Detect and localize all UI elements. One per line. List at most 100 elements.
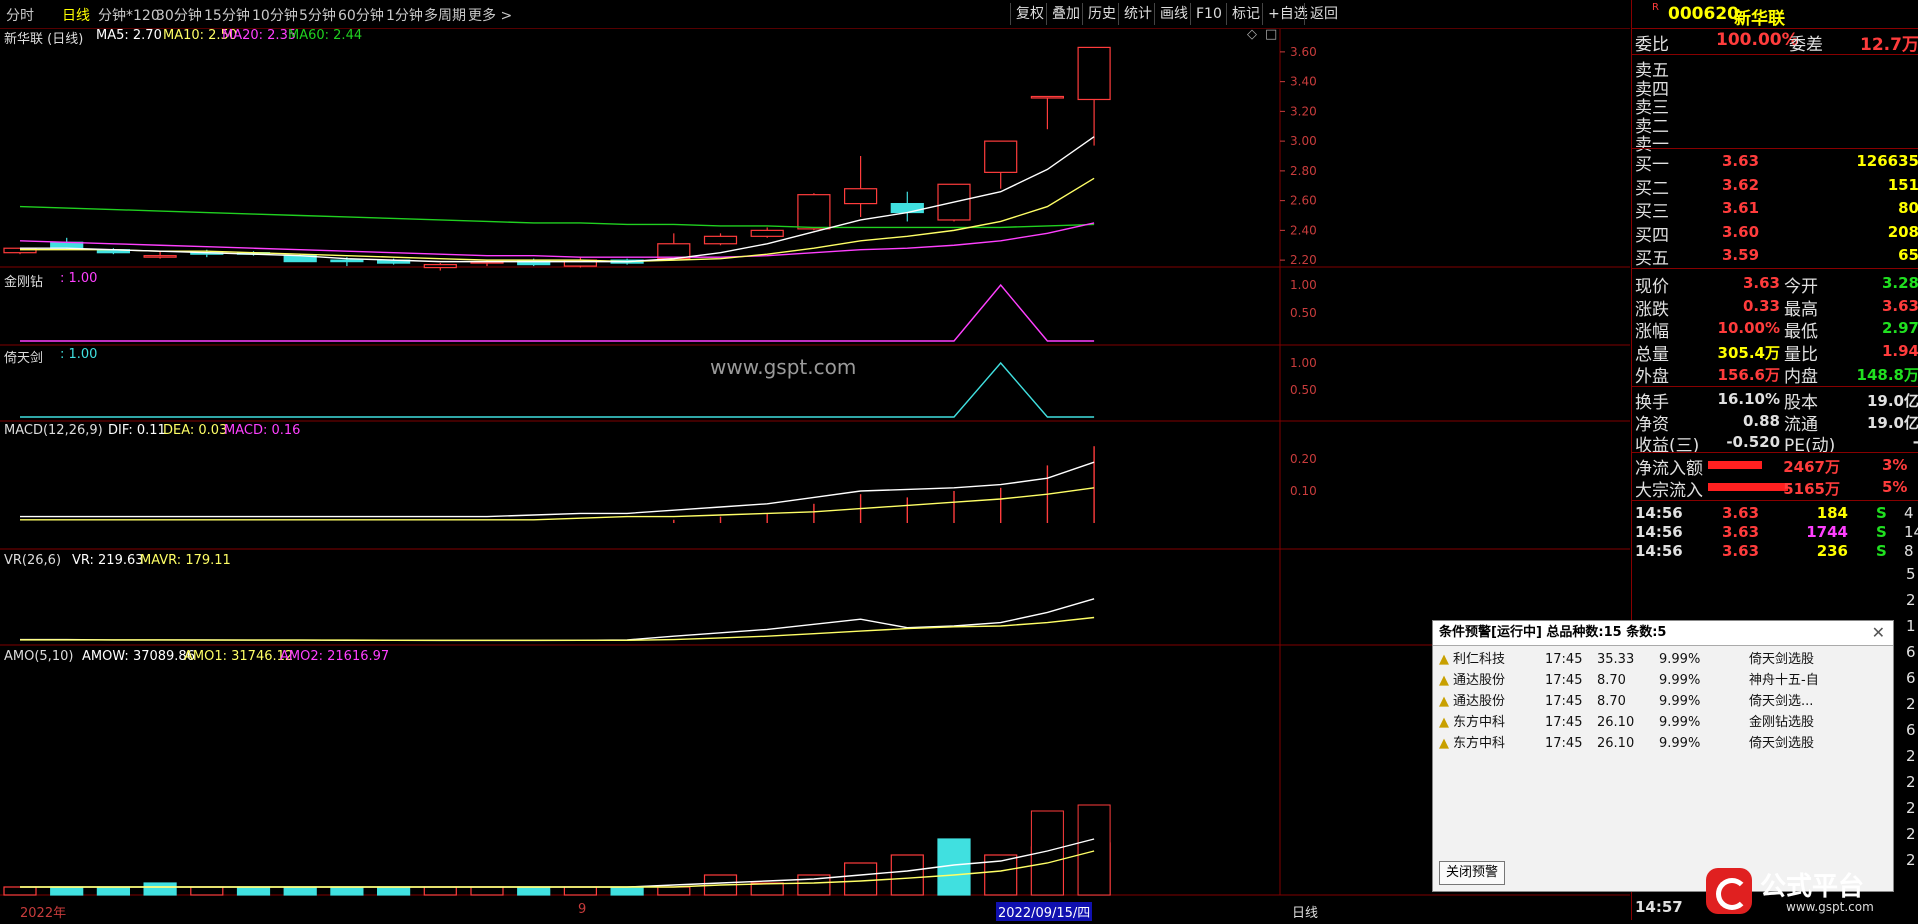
tab-fenshi[interactable]: 分时 <box>6 5 34 25</box>
stat-label: 最高 <box>1784 299 1818 320</box>
vr-panel-name: VR(26,6) <box>4 553 62 568</box>
amo-bar <box>517 886 551 896</box>
f10-button[interactable]: F10 <box>1190 3 1227 25</box>
arrow-up-icon: ▲ <box>1439 736 1449 751</box>
y-tick-label: 0.50 <box>1290 383 1317 397</box>
window-icon[interactable]: □ <box>1265 27 1277 42</box>
tab-min10[interactable]: 10分钟 <box>252 5 298 25</box>
amo-bar <box>423 886 457 896</box>
diamond-icon[interactable]: ◇ <box>1247 27 1257 42</box>
stat-value: 19.0亿 <box>1866 392 1918 410</box>
jgz-signal-line <box>20 283 1095 342</box>
tick-row: 14:56 3.63 236 S 8 <box>1632 542 1918 562</box>
tab-min5[interactable]: 5分钟 <box>299 5 336 25</box>
amo-bar <box>330 886 364 896</box>
close-alert-button[interactable]: 关闭预警 <box>1439 861 1506 885</box>
stat-value: 19.0亿 <box>1866 413 1918 432</box>
tab-min120[interactable]: 分钟*120 <box>98 5 160 25</box>
tick-count: 8 <box>1904 542 1914 560</box>
alert-row[interactable]: ▲ 通达股份 17:45 8.70 9.99% 倚天剑选... <box>1433 691 1873 713</box>
candle-body <box>703 235 738 245</box>
jgz-panel-value: : 1.00 <box>60 271 98 286</box>
buy-volume: 65 <box>1898 246 1918 264</box>
overlay-button[interactable]: 叠加 <box>1046 3 1085 25</box>
tick-count: 14 <box>1904 523 1918 541</box>
mavr-line <box>20 616 1095 641</box>
buy-row[interactable]: 买三 3.61 80 <box>1632 197 1918 222</box>
stat-label: 现价 <box>1635 277 1669 297</box>
alert-time: 17:45 <box>1545 694 1583 709</box>
amo-bar <box>1077 804 1111 896</box>
stat-value: 148.8万 <box>1856 366 1918 384</box>
stat-label: 量比 <box>1784 344 1818 365</box>
stat-value: 3.63 <box>1742 274 1780 292</box>
candle-body <box>143 255 177 258</box>
alert-strategy: 金刚钻选股 <box>1749 715 1815 730</box>
buy-row[interactable]: 买四 3.60 208 <box>1632 221 1918 246</box>
alert-row[interactable]: ▲ 利仁科技 17:45 35.33 9.99% 倚天剑选股 <box>1433 649 1873 671</box>
tick-count: 1 <box>1906 617 1916 635</box>
tick-price: 3.63 <box>1722 542 1760 560</box>
amo-bar <box>143 882 177 896</box>
stat-value: 305.4万 <box>1717 343 1780 362</box>
close-icon[interactable]: ✕ <box>1872 621 1885 645</box>
alert-strategy: 倚天剑选... <box>1749 694 1814 709</box>
jgz-panel-name: 金刚钻 <box>4 275 44 290</box>
buy-price: 3.63 <box>1722 152 1760 170</box>
tab-more[interactable]: 更多 > <box>468 5 512 25</box>
logo-text: 公式平台 <box>1760 872 1865 902</box>
y-tick-label: 1.00 <box>1290 278 1317 292</box>
logo-url: www.gspt.com <box>1786 900 1874 914</box>
amo-bar <box>843 862 878 896</box>
alert-price: 35.33 <box>1597 652 1635 667</box>
tick-count: 2 <box>1906 591 1916 609</box>
arrow-up-icon: ▲ <box>1439 652 1449 667</box>
fuquan-button[interactable]: 复权 <box>1010 3 1049 25</box>
back-button[interactable]: 返回 <box>1304 3 1343 25</box>
kline-chart-svg: 3.60 3.40 3.20 3.00 2.80 2.60 2.40 2.20 1.00 0.50… <box>0 29 1630 896</box>
tab-min30[interactable]: 30分钟 <box>156 5 202 25</box>
y-tick-label: 3.40 <box>1290 75 1317 89</box>
alert-time: 17:45 <box>1545 673 1583 688</box>
tick-count: 2 <box>1906 747 1916 765</box>
stat-label: 内盘 <box>1784 367 1818 387</box>
candle-body <box>797 194 831 230</box>
sell-row: 卖四 <box>1632 75 1918 100</box>
x-axis-start: 2022年 <box>20 906 67 921</box>
buy-level-label: 买四 <box>1635 225 1669 246</box>
y-tick-label: 0.20 <box>1290 452 1317 466</box>
alert-row[interactable]: ▲ 东方中科 17:45 26.10 9.99% 倚天剑选股 <box>1433 733 1873 755</box>
alert-time: 17:45 <box>1545 715 1583 730</box>
buy-row[interactable]: 买一 3.63 126635 <box>1632 150 1918 175</box>
buy-price: 3.60 <box>1722 222 1760 241</box>
history-button[interactable]: 历史 <box>1082 3 1121 25</box>
draw-line-button[interactable]: 画线 <box>1154 3 1193 25</box>
tab-min15[interactable]: 15分钟 <box>204 5 250 25</box>
dea-line <box>20 487 1095 521</box>
tick-time: 14:56 <box>1635 504 1683 522</box>
buy-level-label: 买三 <box>1635 202 1669 222</box>
tick-volume: 1744 <box>1806 523 1848 541</box>
vr-line <box>20 598 1095 642</box>
alert-time: 17:45 <box>1545 736 1583 751</box>
tab-daily[interactable]: 日线 <box>62 5 90 25</box>
buy-row[interactable]: 买二 3.62 151 <box>1632 174 1918 199</box>
alert-row[interactable]: ▲ 东方中科 17:45 26.10 9.99% 金刚钻选股 <box>1433 712 1873 734</box>
tick-count: 4 <box>1904 504 1914 522</box>
chart-area[interactable]: 3.60 3.40 3.20 3.00 2.80 2.60 2.40 2.20 1.00 0.50… <box>0 27 1630 921</box>
buy-price: 3.62 <box>1722 175 1760 194</box>
stat-value: 2.97 <box>1881 319 1918 337</box>
mark-button[interactable]: 标记 <box>1226 3 1265 25</box>
tab-min60[interactable]: 60分钟 <box>338 5 384 25</box>
tab-multi-period[interactable]: 多周期 <box>424 5 466 25</box>
stats-button[interactable]: 统计 <box>1118 3 1157 25</box>
tick-side: S <box>1876 523 1887 541</box>
dif-line <box>20 461 1095 518</box>
tab-min1[interactable]: 1分钟 <box>386 5 423 25</box>
buy-row[interactable]: 买五 3.59 65 <box>1632 244 1918 269</box>
macd-dea: DEA: 0.03 <box>163 423 228 438</box>
alert-row[interactable]: ▲ 通达股份 17:45 8.70 9.99% 神舟十五-自 <box>1433 670 1873 692</box>
macd-dif: DIF: 0.11 <box>108 423 166 438</box>
alert-pct: 9.99% <box>1659 694 1701 709</box>
y-tick-label: 2.20 <box>1290 253 1317 267</box>
